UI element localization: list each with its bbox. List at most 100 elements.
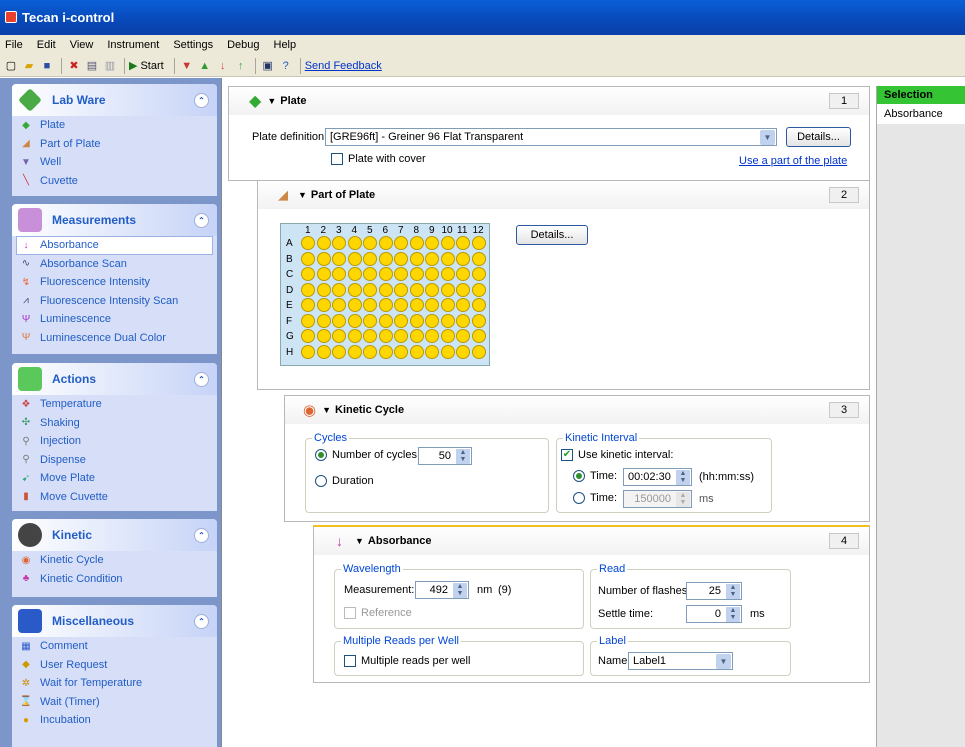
plate-well[interactable] (347, 313, 362, 328)
spinner-arrows-icon[interactable]: ▲ ▼ (726, 607, 740, 622)
settle-time-spinner[interactable]: 0 ▲ ▼ (686, 605, 742, 623)
plate-well[interactable] (394, 251, 408, 266)
plate-well[interactable] (332, 267, 346, 281)
plate-well[interactable] (456, 344, 470, 359)
plate-well[interactable] (347, 298, 362, 312)
plate-column-label[interactable]: 2 (321, 225, 327, 236)
kinetic-item-kinetic-condition[interactable]: ♣ Kinetic Condition (12, 570, 217, 589)
plate-well[interactable] (316, 251, 331, 266)
plate-well[interactable] (363, 282, 377, 297)
plate-well[interactable] (332, 282, 346, 297)
use-kinetic-interval-checkbox[interactable]: ✔ Use kinetic interval: (561, 449, 673, 461)
menu-help[interactable]: Help (274, 39, 297, 51)
absorbance-section-header[interactable]: ↓ ▼ Absorbance 4 (314, 527, 869, 555)
info-panel-icon[interactable]: ▣ (260, 58, 276, 74)
action-item-move-plate[interactable]: ➹ Move Plate (12, 469, 217, 488)
plate-well[interactable] (316, 344, 331, 359)
menu-debug[interactable]: Debug (227, 39, 259, 51)
plate-map[interactable]: 1 2 3 4 5 6 7 8 9 10 11 12 ABCDEFGH (280, 223, 490, 366)
plate-well[interactable] (394, 236, 408, 250)
plate-well[interactable] (471, 251, 486, 266)
plate-well[interactable] (471, 344, 486, 359)
number-of-cycles-radio[interactable]: Number of cycles: (315, 449, 420, 461)
plate-well[interactable] (378, 251, 393, 266)
menu-file[interactable]: File (5, 39, 23, 51)
plate-well[interactable] (301, 282, 315, 297)
plate-well[interactable] (301, 251, 315, 266)
plate-well[interactable] (440, 236, 455, 250)
plate-definition-select[interactable]: [GRE96ft] - Greiner 96 Flat Transparent … (325, 128, 777, 146)
plate-row-label[interactable]: G (286, 331, 294, 342)
plate-well[interactable] (440, 313, 455, 328)
radio-button[interactable] (573, 492, 585, 504)
plate-well[interactable] (347, 251, 362, 266)
plate-well[interactable] (456, 267, 470, 281)
plate-well[interactable] (394, 329, 408, 343)
plate-well[interactable] (301, 298, 315, 312)
action-item-dispense[interactable]: ⚲ Dispense (12, 451, 217, 470)
use-part-of-plate-link[interactable]: Use a part of the plate (739, 155, 847, 167)
expand-triangle-icon[interactable]: ▼ (322, 405, 331, 415)
plate-well[interactable] (332, 236, 346, 250)
kinetic-panel-header[interactable]: Kinetic ⌃ (12, 519, 217, 551)
plate-well[interactable] (471, 329, 486, 343)
multiple-reads-checkbox[interactable]: Multiple reads per well (344, 655, 470, 667)
plate-well[interactable] (425, 282, 439, 297)
plate-well[interactable] (456, 251, 470, 266)
measurement-item-luminescence-dual-color[interactable]: Ψ Luminescence Dual Color (12, 329, 217, 348)
plate-column-label[interactable]: 9 (429, 225, 435, 236)
measurement-item-fluorescence-intensity[interactable]: ↯ Fluorescence Intensity (12, 273, 217, 292)
help-icon[interactable]: ? (278, 58, 294, 74)
plate-well[interactable] (316, 298, 331, 312)
send-feedback-link[interactable]: Send Feedback (305, 60, 382, 72)
part-of-plate-section-header[interactable]: ◢ ▼ Part of Plate 2 (258, 181, 869, 209)
plate-well[interactable] (363, 267, 377, 281)
misc-item-incubation[interactable]: ● Incubation (12, 711, 217, 730)
plate-well[interactable] (378, 329, 393, 343)
plate-column-label[interactable]: 11 (457, 225, 467, 236)
plate-column-label[interactable]: 3 (336, 225, 342, 236)
labware-item-plate[interactable]: ◆ Plate (12, 116, 217, 135)
plate-row-label[interactable]: D (286, 285, 293, 296)
start-button[interactable]: ▶ Start (129, 59, 164, 73)
plate-well[interactable] (409, 298, 424, 312)
plate-well[interactable] (301, 313, 315, 328)
plate-well[interactable] (301, 344, 315, 359)
plate-well[interactable] (456, 313, 470, 328)
plate-column-label[interactable]: 5 (367, 225, 373, 236)
menu-view[interactable]: View (70, 39, 94, 51)
plate-well[interactable] (316, 329, 331, 343)
plate-well[interactable] (347, 236, 362, 250)
plate-well[interactable] (363, 329, 377, 343)
misc-item-user-request[interactable]: ◆ User Request (12, 656, 217, 675)
plate-well[interactable] (471, 267, 486, 281)
plate-column-label[interactable]: 1 (305, 225, 311, 236)
plate-row-label[interactable]: B (286, 254, 293, 265)
plate-well[interactable] (394, 344, 408, 359)
plate-well[interactable] (363, 251, 377, 266)
plate-well[interactable] (332, 329, 346, 343)
plate-well[interactable] (440, 329, 455, 343)
expand-triangle-icon[interactable]: ▼ (355, 536, 364, 546)
plate-well[interactable] (425, 298, 439, 312)
miscellaneous-panel-header[interactable]: Miscellaneous ⌃ (12, 605, 217, 637)
plate-row-label[interactable]: F (286, 316, 292, 327)
measurement-item-absorbance[interactable]: ↓ Absorbance (16, 236, 213, 255)
plate-well[interactable] (363, 344, 377, 359)
menu-settings[interactable]: Settings (173, 39, 213, 51)
plate-well[interactable] (332, 344, 346, 359)
measurement-wavelength-spinner[interactable]: 492 ▲ ▼ (415, 581, 469, 599)
plate-well[interactable] (394, 267, 408, 281)
action-item-injection[interactable]: ⚲ Injection (12, 432, 217, 451)
spinner-arrows-icon[interactable]: ▲ ▼ (726, 584, 740, 599)
plate-well[interactable] (440, 344, 455, 359)
plate-well[interactable] (378, 298, 393, 312)
plate-well[interactable] (440, 298, 455, 312)
checkbox-box[interactable] (331, 153, 343, 165)
plate-well[interactable] (425, 329, 439, 343)
plate-well[interactable] (316, 267, 331, 281)
plate-well[interactable] (394, 298, 408, 312)
plate-well[interactable] (409, 313, 424, 328)
menu-instrument[interactable]: Instrument (107, 39, 159, 51)
plate-well[interactable] (316, 282, 331, 297)
